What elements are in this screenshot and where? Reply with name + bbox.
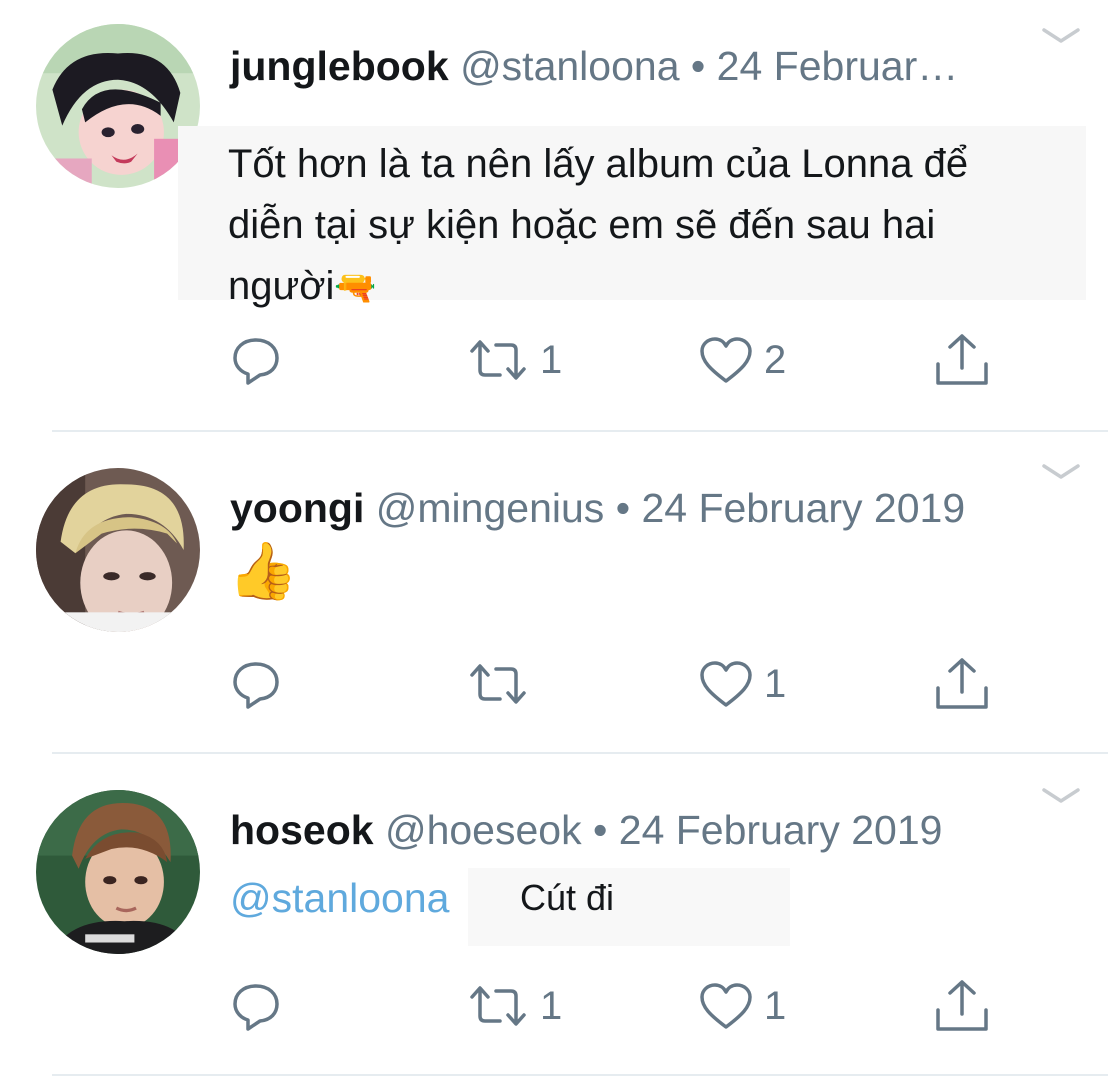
mention-link[interactable]: @stanloona xyxy=(230,875,449,921)
tweet-actions: 1 2 xyxy=(0,330,1108,390)
retweet-count: 1 xyxy=(540,983,563,1028)
like-count: 1 xyxy=(764,661,787,706)
user-handle[interactable]: @hoeseok xyxy=(385,807,582,853)
reply-button[interactable] xyxy=(230,654,292,714)
chevron-down-icon[interactable] xyxy=(1040,462,1082,482)
share-button[interactable] xyxy=(932,976,992,1036)
thumbs-up-emoji: 👍 xyxy=(228,539,298,602)
reply-icon xyxy=(233,662,279,709)
share-icon xyxy=(936,334,988,385)
tweet-text-overlay: Cút đi xyxy=(468,868,790,946)
tweet-header: yoongi @mingenius • 24 February 2019 xyxy=(230,484,965,532)
retweet-button[interactable]: 1 xyxy=(466,976,562,1036)
share-icon xyxy=(936,658,988,709)
retweet-icon xyxy=(470,664,526,704)
avatar[interactable] xyxy=(36,790,200,954)
avatar[interactable] xyxy=(36,24,200,188)
chevron-down-icon[interactable] xyxy=(1040,786,1082,806)
reply-button[interactable] xyxy=(230,976,292,1036)
tweet-date[interactable]: 24 Februar… xyxy=(717,43,959,89)
tweet-text: Cút đi xyxy=(520,877,615,918)
reply-button[interactable] xyxy=(230,330,292,390)
avatar-image xyxy=(36,24,200,188)
reply-icon xyxy=(233,338,279,385)
like-count: 1 xyxy=(764,983,787,1028)
separator-dot: • xyxy=(690,43,706,89)
tweet[interactable]: yoongi @mingenius • 24 February 2019 👍 1 xyxy=(0,432,1108,752)
retweet-count: 1 xyxy=(540,337,563,382)
tweet-header: junglebook @stanloona • 24 Februar… xyxy=(230,42,958,90)
tweet-actions: 1 1 xyxy=(0,976,1108,1036)
tweet-date[interactable]: 24 February 2019 xyxy=(641,485,965,531)
display-name[interactable]: hoseok xyxy=(230,807,374,853)
display-name[interactable]: yoongi xyxy=(230,485,364,531)
separator-dot: • xyxy=(615,485,631,531)
retweet-button[interactable] xyxy=(466,654,540,714)
tweet-text: Tốt hơn là ta nên lấy album của Lonna để… xyxy=(178,126,1086,308)
avatar-image xyxy=(36,468,200,632)
retweet-icon xyxy=(470,986,526,1026)
display-name[interactable]: junglebook xyxy=(230,43,449,89)
reply-icon xyxy=(233,984,279,1031)
tweet-text-line: Tốt hơn là ta nên lấy album của Lonna để xyxy=(228,142,969,186)
tweet-date[interactable]: 24 February 2019 xyxy=(619,807,943,853)
avatar[interactable] xyxy=(36,468,200,632)
avatar-image xyxy=(36,790,200,954)
share-button[interactable] xyxy=(932,330,992,390)
like-button[interactable]: 1 xyxy=(698,654,786,714)
tweet-text-line: người🔫 xyxy=(228,264,377,308)
retweet-icon xyxy=(470,340,526,380)
chevron-down-icon[interactable] xyxy=(1040,26,1082,46)
tweet-actions: 1 xyxy=(0,654,1108,714)
retweet-button[interactable]: 1 xyxy=(466,330,562,390)
like-button[interactable]: 2 xyxy=(698,330,786,390)
tweet[interactable]: junglebook @stanloona • 24 Februar… Tốt … xyxy=(0,0,1108,430)
share-icon xyxy=(936,980,988,1031)
share-button[interactable] xyxy=(932,654,992,714)
user-handle[interactable]: @mingenius xyxy=(376,485,605,531)
like-button[interactable]: 1 xyxy=(698,976,786,1036)
tweet-text: @stanloona xyxy=(230,868,449,928)
tweet-header: hoseok @hoeseok • 24 February 2019 xyxy=(230,806,942,854)
like-count: 2 xyxy=(764,337,787,382)
heart-icon xyxy=(700,337,752,383)
tweet[interactable]: hoseok @hoeseok • 24 February 2019 @stan… xyxy=(0,754,1108,1074)
heart-icon xyxy=(700,661,752,707)
tweet-text-line: diễn tại sự kiện hoặc em sẽ đến sau hai xyxy=(228,203,936,247)
divider xyxy=(52,1074,1108,1076)
user-handle[interactable]: @stanloona xyxy=(460,43,679,89)
separator-dot: • xyxy=(593,807,608,853)
tweet-text: 👍 xyxy=(228,536,298,608)
pistol-emoji: 🔫 xyxy=(334,269,377,307)
heart-icon xyxy=(700,983,752,1029)
